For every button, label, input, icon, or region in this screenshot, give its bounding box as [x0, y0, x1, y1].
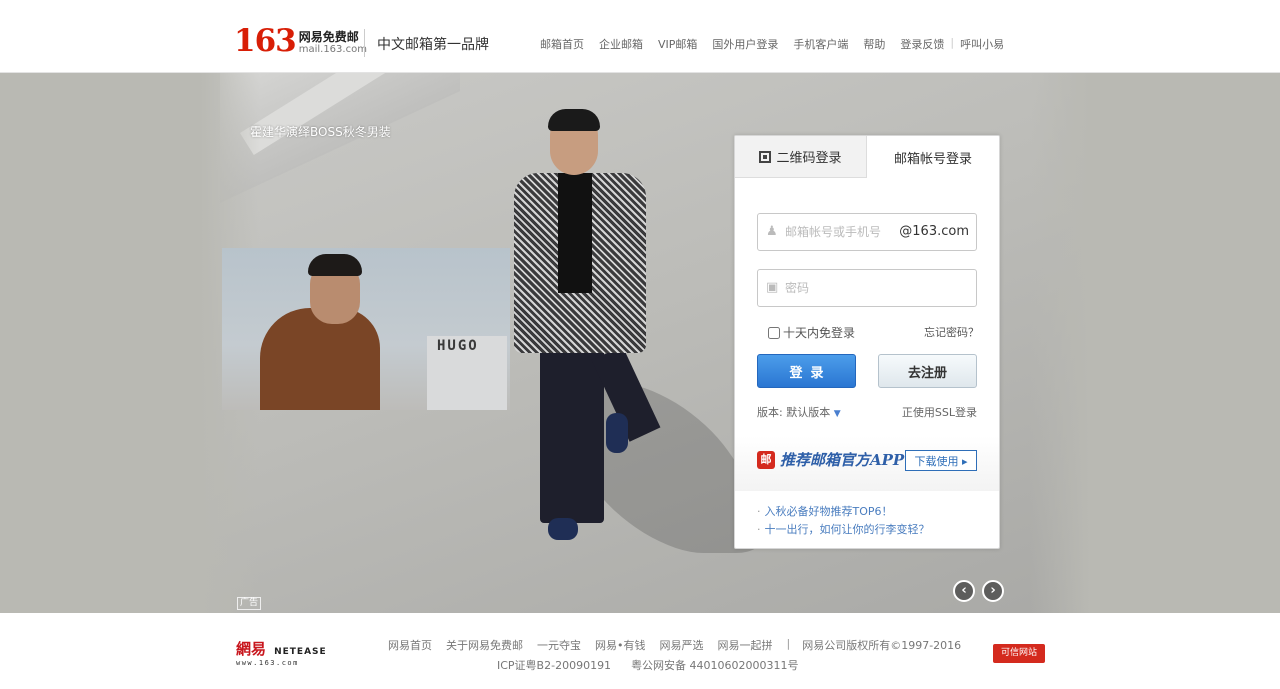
footer-separator: |: [786, 637, 791, 650]
footer-links: 网易首页 关于网易免费邮 一元夺宝 网易•有钱 网易严选 网易一起拼 | 网易公…: [388, 637, 975, 653]
login-tabs: 二维码登录 邮箱帐号登录: [735, 136, 999, 178]
remember-login[interactable]: 十天内免登录: [768, 324, 855, 341]
password-field: ▣: [757, 269, 977, 307]
man-shoe-back: [606, 413, 628, 453]
netease-logo-en: NETEASE: [274, 647, 327, 657]
ad-banner[interactable]: 霍建华演绎BOSS秋冬男装 HUGO 广告 ‹ ›: [0, 73, 1280, 613]
inset-coat: [260, 308, 380, 410]
app-promo: 邮 推荐邮箱官方APP 下载使用 ▸: [735, 436, 999, 491]
nav-vip-mail[interactable]: VIP邮箱: [658, 36, 697, 52]
username-field: ♟ @163.com: [757, 213, 977, 251]
footer-link-yiyuan[interactable]: 一元夺宝: [537, 637, 581, 653]
header-slogan: 中文邮箱第一品牌: [377, 37, 489, 53]
man-shoe-front: [548, 518, 578, 540]
chevron-down-icon: ▼: [833, 409, 841, 419]
inset-hair: [308, 254, 362, 276]
ad-tag: 广告: [237, 597, 262, 610]
app-promo-slogan: 推荐邮箱官方APP: [780, 451, 905, 469]
domain-suffix: @163.com: [899, 224, 969, 239]
qr-code-icon: [759, 150, 772, 163]
walking-man-figure: [510, 109, 661, 553]
ssl-login-link[interactable]: 正使用SSL登录: [902, 404, 977, 420]
banner-fade-right: [1030, 73, 1090, 613]
netease-logo-url: www.163.com: [236, 659, 299, 667]
tab-qr-login[interactable]: 二维码登录: [735, 136, 867, 178]
logo-text: 网易免费邮 mail.163.com: [299, 30, 367, 56]
netease-logo[interactable]: 網易 NETEASE www.163.com: [236, 638, 327, 667]
header-divider: [364, 29, 365, 57]
login-panel: 二维码登录 邮箱帐号登录 ♟ @163.com ▣ 十天内免登录 忘记密码？ 登…: [734, 135, 1000, 549]
user-icon: ♟: [766, 224, 778, 239]
header: 163 网易免费邮 mail.163.com 中文邮箱第一品牌 邮箱首页 企业邮…: [0, 0, 1280, 73]
nav-overseas-login[interactable]: 国外用户登录: [712, 36, 778, 52]
nav-call-xiaoyi[interactable]: 呼叫小易: [960, 36, 1004, 52]
nav-enterprise-mail[interactable]: 企业邮箱: [599, 36, 643, 52]
login-button[interactable]: 登录: [757, 354, 856, 388]
footer-licenses: ICP证粤B2-20090191 粤公网安备 44010602000311号: [497, 657, 819, 673]
top-nav: 邮箱首页 企业邮箱 VIP邮箱 国外用户登录 手机客户端 帮助 登录反馈 | 呼…: [540, 36, 1019, 52]
footer: 網易 NETEASE www.163.com 网易首页 关于网易免费邮 一元夺宝…: [0, 613, 1280, 689]
inset-hugo-sign: HUGO: [437, 338, 479, 354]
next-slide-button[interactable]: ›: [982, 580, 1004, 602]
logo-cn: 网易免费邮: [298, 30, 359, 44]
banner-inset-photo: HUGO: [222, 248, 510, 410]
netease-logo-cn: 網易: [236, 640, 267, 658]
footer-link-youqian[interactable]: 网易•有钱: [595, 637, 646, 653]
lock-icon: ▣: [766, 280, 779, 295]
password-input[interactable]: [785, 270, 970, 306]
register-button[interactable]: 去注册: [878, 354, 977, 388]
man-legs: [540, 343, 604, 523]
logo-number: 163: [234, 23, 297, 59]
man-hair: [548, 109, 600, 131]
version-label: 版本: 默认版本: [757, 406, 831, 419]
download-app-button[interactable]: 下载使用 ▸: [905, 450, 977, 471]
remember-checkbox[interactable]: [768, 326, 780, 339]
nav-login-feedback[interactable]: 登录反馈: [900, 36, 944, 52]
news-item[interactable]: 十一出行，如何让你的行李变轻？: [757, 521, 930, 539]
nav-help[interactable]: 帮助: [863, 36, 885, 52]
prev-slide-button[interactable]: ‹: [953, 580, 975, 602]
forgot-password-link[interactable]: 忘记密码？: [924, 324, 979, 340]
banner-caption: 霍建华演绎BOSS秋冬男装: [250, 125, 391, 139]
remember-label: 十天内免登录: [783, 326, 856, 340]
footer-link-yanxuan[interactable]: 网易严选: [660, 637, 704, 653]
mail-app-icon: 邮: [757, 451, 775, 469]
footer-copyright: 网易公司版权所有©1997-2016: [802, 639, 962, 652]
nav-mail-home[interactable]: 邮箱首页: [540, 36, 584, 52]
site-logo[interactable]: 163 网易免费邮 mail.163.com: [234, 23, 367, 59]
footer-police-record[interactable]: 粤公网安备 44010602000311号: [631, 657, 798, 673]
footer-link-yiqipin[interactable]: 网易一起拼: [718, 637, 773, 653]
news-item[interactable]: 入秋必备好物推荐TOP6！: [757, 503, 930, 521]
tab-account-login[interactable]: 邮箱帐号登录: [867, 136, 999, 178]
nav-mobile-client[interactable]: 手机客户端: [793, 36, 848, 52]
logo-en: mail.163.com: [298, 44, 367, 55]
version-selector[interactable]: 版本: 默认版本 ▼: [757, 404, 841, 420]
news-list: 入秋必备好物推荐TOP6！ 十一出行，如何让你的行李变轻？: [757, 503, 930, 539]
trusted-site-badge[interactable]: 可信网站: [993, 644, 1045, 663]
man-shirt: [558, 173, 592, 293]
footer-link-netease-home[interactable]: 网易首页: [388, 637, 432, 653]
tab-account-label: 邮箱帐号登录: [893, 151, 972, 167]
footer-icp[interactable]: ICP证粤B2-20090191: [497, 657, 611, 673]
nav-separator: |: [950, 36, 955, 49]
tab-qr-label: 二维码登录: [776, 151, 842, 166]
footer-link-about[interactable]: 关于网易免费邮: [446, 637, 523, 653]
